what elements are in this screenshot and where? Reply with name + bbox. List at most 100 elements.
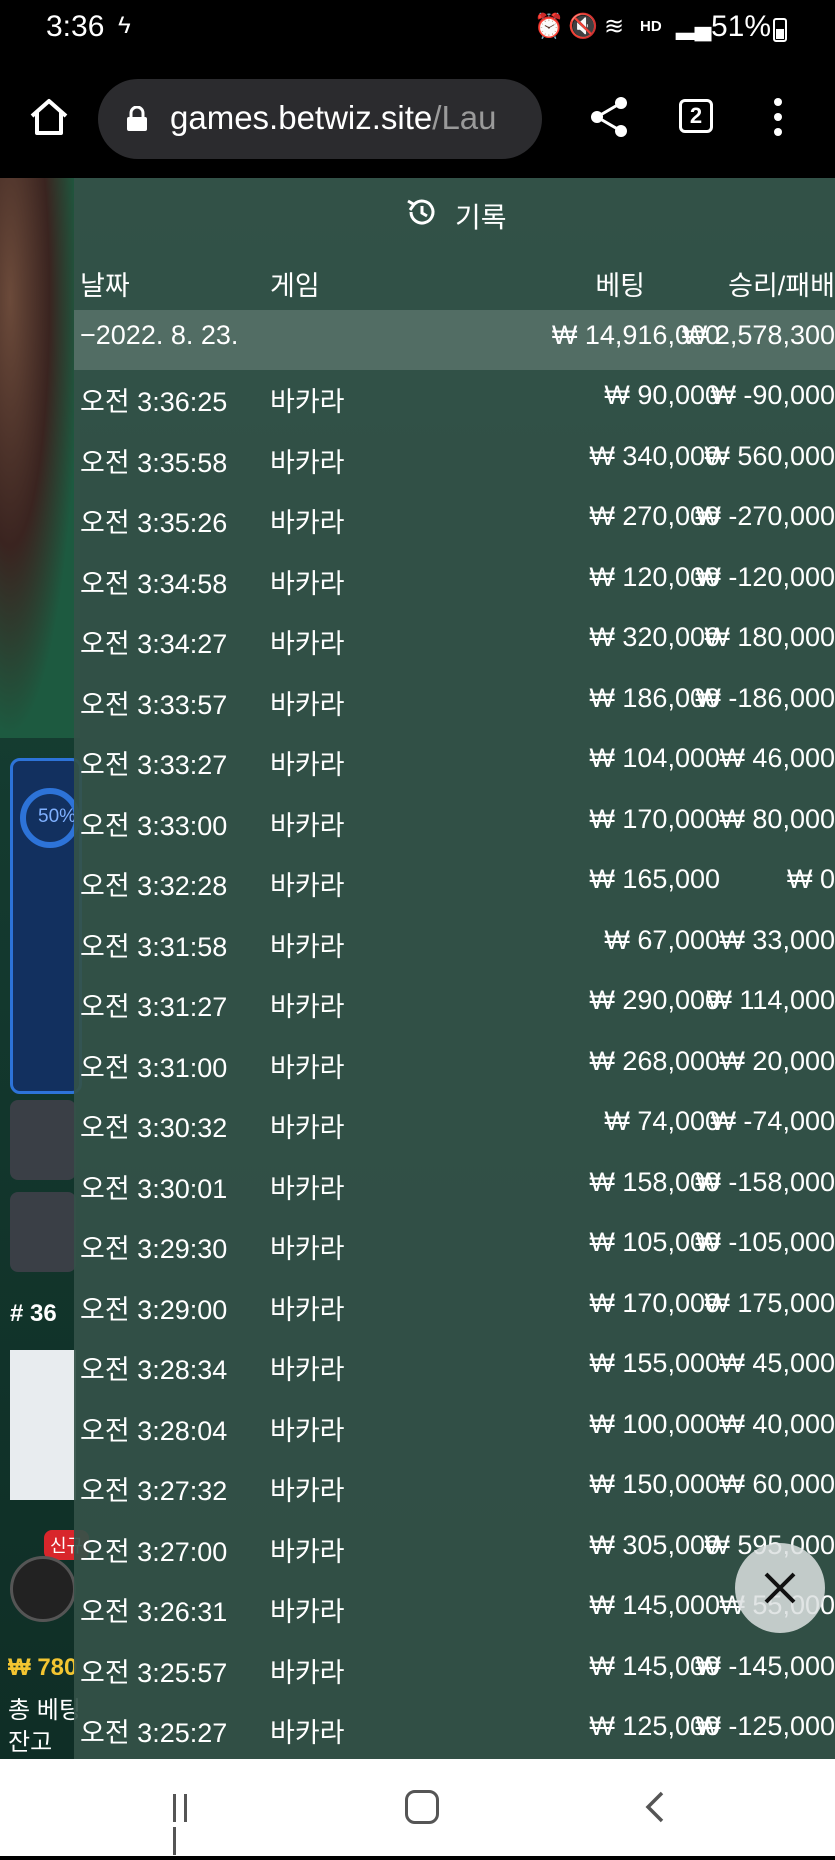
history-row[interactable]: 오전 3:36:25 바카라 ₩ 90,000 ₩ -90,000 (74, 370, 835, 430)
row-bet: ₩ 268,000 (589, 1045, 720, 1076)
history-row[interactable]: 오전 3:27:00바카라₩ 305,000₩ 595,000 (74, 1520, 835, 1580)
row-bet: ₩ 305,000 (589, 1529, 720, 1560)
row-game: 바카라 (270, 1476, 345, 1506)
row-game: 바카라 (270, 750, 345, 780)
row-game: 바카라 (270, 387, 345, 417)
row-bet: ₩ 340,000 (589, 440, 720, 471)
row-result: ₩ 33,000 (719, 924, 835, 955)
history-row[interactable]: 오전 3:34:58 바카라 ₩ 120,000 ₩ -120,000 (74, 552, 835, 612)
row-result: ₩ -145,000 (695, 1650, 835, 1681)
col-header-result[interactable]: 승리/패배 (728, 264, 835, 303)
row-result: ₩ -270,000 (695, 501, 835, 531)
round-number: # 36 (10, 1300, 57, 1327)
row-time: 오전 3:31:00 (80, 1052, 228, 1083)
url-text: games.betwiz.site/Lau (170, 99, 497, 137)
row-game: 바카라 (270, 689, 345, 720)
row-result: ₩ -90,000 (710, 380, 835, 410)
col-header-game[interactable]: 게임 (270, 264, 320, 303)
row-game: 바카라 (270, 992, 345, 1022)
row-time: 오전 3:32:28 (80, 871, 228, 901)
alarm-icon: ⏰ (534, 13, 564, 40)
row-game: 바카라 (270, 629, 345, 659)
row-time: 오전 3:28:04 (80, 1415, 228, 1446)
status-bar: 3:36 ϟ ⏰ 🔇 ≋ HD ▂▄ 51% (0, 0, 835, 60)
row-result: ₩ 20,000 (719, 1045, 835, 1076)
lock-icon (127, 106, 147, 131)
home-nav-icon[interactable] (405, 1790, 439, 1824)
side-button-1[interactable] (10, 1100, 76, 1180)
row-bet: ₩ 104,000 (589, 743, 720, 773)
row-time: 오전 3:30:01 (80, 1173, 228, 1204)
row-time: 오전 3:26:31 (80, 1597, 228, 1627)
history-title: 기록 (455, 202, 507, 233)
row-bet: ₩ 67,000 (604, 924, 720, 955)
row-result: ₩ 45,000 (719, 1348, 835, 1378)
history-row[interactable]: 오전 3:29:00 바카라 ₩ 170,000 ₩ 175,000 (74, 1278, 835, 1338)
history-row[interactable]: 오전 3:35:58 바카라 ₩ 340,000 ₩ 560,000 (74, 431, 835, 491)
system-nav-bar (0, 1759, 835, 1856)
history-row[interactable]: 오전 3:30:01 바카라 ₩ 158,000 ₩ -158,000 (74, 1157, 835, 1217)
history-row[interactable]: 오전 3:25:27 바카라 ₩ 125,000 ₩ -125,000 (74, 1701, 835, 1759)
row-result: ₩ 175,000 (704, 1287, 835, 1318)
col-header-bet[interactable]: 베팅 (595, 264, 645, 303)
sync-icon: ϟ (118, 12, 131, 39)
row-time: 오전 3:36:25 (80, 387, 228, 417)
history-row[interactable]: 오전 3:33:27 바카라 ₩ 104,000 ₩ 46,000 (74, 733, 835, 793)
tab-switcher-button[interactable]: 2 (679, 99, 713, 133)
bead-road (10, 1350, 76, 1500)
date-group-label: −2022. 8. 23. (80, 320, 239, 350)
share-icon[interactable] (589, 95, 629, 139)
history-row[interactable]: 오전 3:35:26 바카라 ₩ 270,000 ₩ -270,000 (74, 491, 835, 551)
battery-icon (773, 18, 787, 42)
url-host: games.betwiz.site (170, 99, 433, 136)
status-time: 3:36 (46, 10, 105, 43)
more-vert-icon[interactable] (766, 98, 790, 138)
balance-label: 잔고 (8, 1729, 53, 1756)
history-row[interactable]: 오전 3:32:28 바카라 ₩ 165,000 ₩ 0 (74, 854, 835, 914)
history-row[interactable]: 오전 3:29:30 바카라 ₩ 105,000 ₩ -105,000 (74, 1217, 835, 1277)
col-header-date[interactable]: 날짜 (80, 264, 130, 303)
row-game: 바카라 (270, 1597, 345, 1627)
row-time: 오전 3:34:58 (80, 568, 228, 599)
hd-voice-icon: HD (640, 18, 662, 35)
history-icon (407, 199, 435, 225)
history-row[interactable]: 오전 3:34:27 바카라 ₩ 320,000 ₩ 180,000 (74, 612, 835, 672)
history-row[interactable]: 오전 3:28:04 바카라 ₩ 100,000 ₩ 40,000 (74, 1399, 835, 1459)
row-time: 오전 3:31:58 (80, 931, 228, 962)
row-time: 오전 3:34:27 (80, 629, 228, 659)
recents-icon[interactable] (173, 1794, 203, 1855)
row-bet: ₩ 90,000 (604, 380, 720, 410)
history-row[interactable]: 오전 3:31:00 바카라 ₩ 268,000 ₩ 20,000 (74, 1036, 835, 1096)
row-result: ₩ 0 (786, 864, 835, 894)
history-row[interactable]: 오전 3:26:31바카라₩ 145,000₩ 55,000 (74, 1580, 835, 1640)
row-time: 오전 3:30:32 (80, 1113, 228, 1143)
signal-icon: ▂▄ (676, 13, 712, 40)
row-bet: ₩ 155,000 (589, 1348, 720, 1378)
row-time: 오전 3:25:57 (80, 1657, 228, 1688)
home-icon[interactable] (28, 96, 70, 138)
date-group-row[interactable]: −2022. 8. 23. ₩ 14,916,000 ₩ 2,578,300 (74, 310, 835, 370)
side-button-2[interactable] (10, 1192, 76, 1272)
row-game: 바카라 (270, 1052, 345, 1083)
row-time: 오전 3:27:32 (80, 1476, 228, 1506)
row-game: 바카라 (270, 871, 345, 901)
history-row[interactable]: 오전 3:31:58 바카라 ₩ 67,000 ₩ 33,000 (74, 915, 835, 975)
row-time: 오전 3:29:00 (80, 1294, 228, 1325)
chip-button[interactable] (10, 1556, 76, 1622)
row-result: ₩ -105,000 (695, 1227, 835, 1257)
history-header: 기록 (74, 178, 835, 248)
history-row[interactable]: 오전 3:27:32 바카라 ₩ 150,000 ₩ 60,000 (74, 1459, 835, 1519)
close-button[interactable] (735, 1543, 825, 1633)
history-row[interactable]: 오전 3:33:00 바카라 ₩ 170,000 ₩ 80,000 (74, 794, 835, 854)
history-row[interactable]: 오전 3:28:34 바카라 ₩ 155,000 ₩ 45,000 (74, 1338, 835, 1398)
history-row[interactable]: 오전 3:31:27 바카라 ₩ 290,000 ₩ 114,000 (74, 975, 835, 1035)
back-icon[interactable] (640, 1789, 670, 1825)
history-row[interactable]: 오전 3:30:32 바카라 ₩ 74,000 ₩ -74,000 (74, 1096, 835, 1156)
history-row[interactable]: 오전 3:33:57 바카라 ₩ 186,000 ₩ -186,000 (74, 673, 835, 733)
history-row[interactable]: 오전 3:25:57 바카라 ₩ 145,000 ₩ -145,000 (74, 1641, 835, 1701)
row-game: 바카라 (270, 568, 345, 599)
address-bar[interactable]: games.betwiz.site/Lau (98, 79, 542, 159)
row-result: ₩ -74,000 (710, 1106, 835, 1136)
row-result: ₩ 46,000 (719, 743, 835, 773)
row-game: 바카라 (270, 1718, 345, 1748)
